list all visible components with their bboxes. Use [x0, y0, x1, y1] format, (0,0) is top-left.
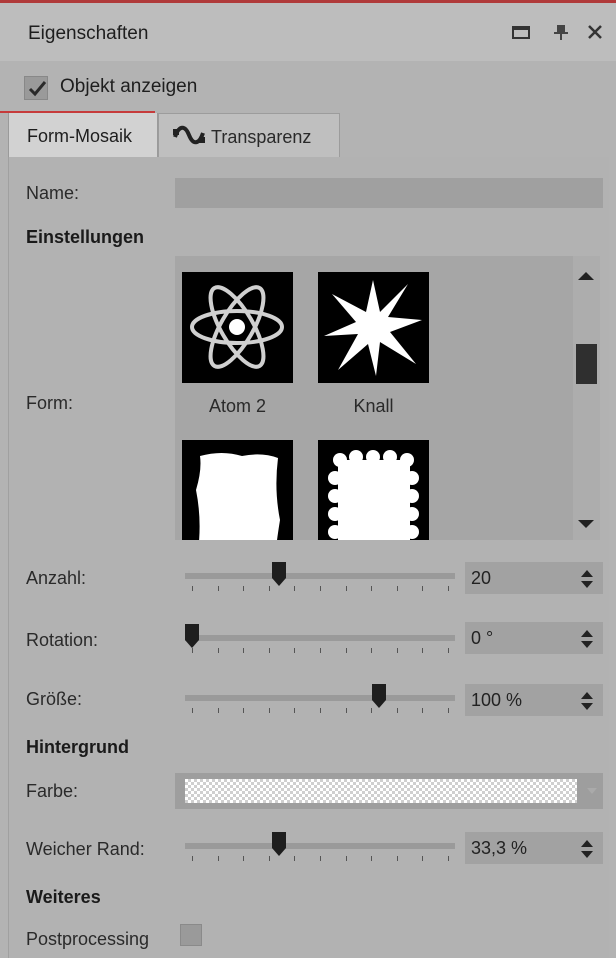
shape-label-knall: Knall	[353, 396, 394, 416]
spinner-arrows-icon[interactable]	[581, 570, 593, 588]
background-heading: Hintergrund	[26, 737, 129, 757]
rough-rectangle-icon	[196, 453, 280, 540]
postprocessing-label: Postprocessing	[26, 929, 150, 949]
gallery-scrollbar[interactable]	[573, 256, 600, 540]
name-input[interactable]	[175, 178, 603, 208]
scrollbar-thumb[interactable]	[576, 344, 597, 384]
size-label: Größe:	[26, 689, 83, 709]
dropdown-arrow-icon[interactable]	[587, 788, 597, 794]
transparency-icon	[173, 123, 207, 152]
scroll-down-icon[interactable]	[578, 520, 594, 528]
shape-thumb-knall[interactable]	[318, 272, 429, 383]
size-value[interactable]: 100 %	[471, 690, 522, 711]
tab-label: Transparenz	[211, 127, 312, 147]
tab-label: Form-Mosaik	[27, 126, 133, 146]
slider-handle[interactable]	[371, 684, 386, 708]
shape-gallery[interactable]: Atom 2 Knall	[175, 256, 600, 540]
rotation-slider[interactable]	[185, 624, 455, 654]
soft-edge-value[interactable]: 33,3 %	[471, 838, 527, 859]
rotation-spinner[interactable]: 0 °	[465, 622, 603, 654]
color-picker[interactable]	[175, 773, 603, 809]
rotation-value[interactable]: 0 °	[471, 628, 493, 649]
panel-title: Eigenschaften	[28, 23, 149, 44]
size-slider[interactable]	[185, 684, 455, 714]
transparent-color-swatch	[185, 779, 577, 803]
spinner-arrows-icon[interactable]	[581, 630, 593, 648]
shape-thumb-rough-rect[interactable]	[182, 440, 293, 540]
count-label: Anzahl:	[26, 568, 87, 588]
rotation-label: Rotation:	[26, 630, 99, 650]
size-spinner[interactable]: 100 %	[465, 684, 603, 716]
color-label: Farbe:	[26, 781, 79, 801]
show-object-checkbox[interactable]	[24, 76, 48, 100]
count-spinner[interactable]: 20	[465, 562, 603, 594]
slider-handle[interactable]	[272, 832, 287, 856]
slider-handle[interactable]	[185, 624, 199, 648]
shape-label-atom: Atom 2	[208, 396, 267, 416]
burst-icon	[324, 280, 422, 376]
soft-edge-label: Weicher Rand:	[26, 839, 145, 859]
form-label: Form:	[26, 393, 73, 413]
shape-thumb-atom[interactable]	[182, 272, 293, 383]
soft-edge-slider[interactable]	[185, 832, 455, 862]
postprocessing-checkbox[interactable]	[180, 924, 202, 946]
scalloped-rectangle-icon	[328, 450, 419, 540]
soft-edge-spinner[interactable]: 33,3 %	[465, 832, 603, 864]
count-slider[interactable]	[185, 562, 455, 592]
pin-icon[interactable]	[550, 21, 572, 43]
tab-form-mosaik[interactable]: Form-Mosaik	[8, 113, 158, 157]
slider-handle[interactable]	[272, 562, 287, 586]
settings-heading: Einstellungen	[26, 227, 145, 247]
close-icon[interactable]	[584, 21, 606, 43]
spinner-arrows-icon[interactable]	[581, 692, 593, 710]
spinner-arrows-icon[interactable]	[581, 840, 593, 858]
tab-transparenz[interactable]: Transparenz	[158, 113, 340, 157]
panel-titlebar: Eigenschaften	[0, 3, 616, 61]
maximize-icon[interactable]	[510, 21, 532, 43]
name-label: Name:	[26, 183, 80, 203]
checkmark-icon	[28, 81, 47, 97]
more-heading: Weiteres	[26, 887, 101, 907]
scroll-up-icon[interactable]	[578, 272, 594, 280]
show-object-label: Objekt anzeigen	[60, 76, 198, 97]
shape-thumb-scalloped-rect[interactable]	[318, 440, 429, 540]
atom-icon	[190, 285, 284, 369]
count-value[interactable]: 20	[471, 568, 491, 589]
